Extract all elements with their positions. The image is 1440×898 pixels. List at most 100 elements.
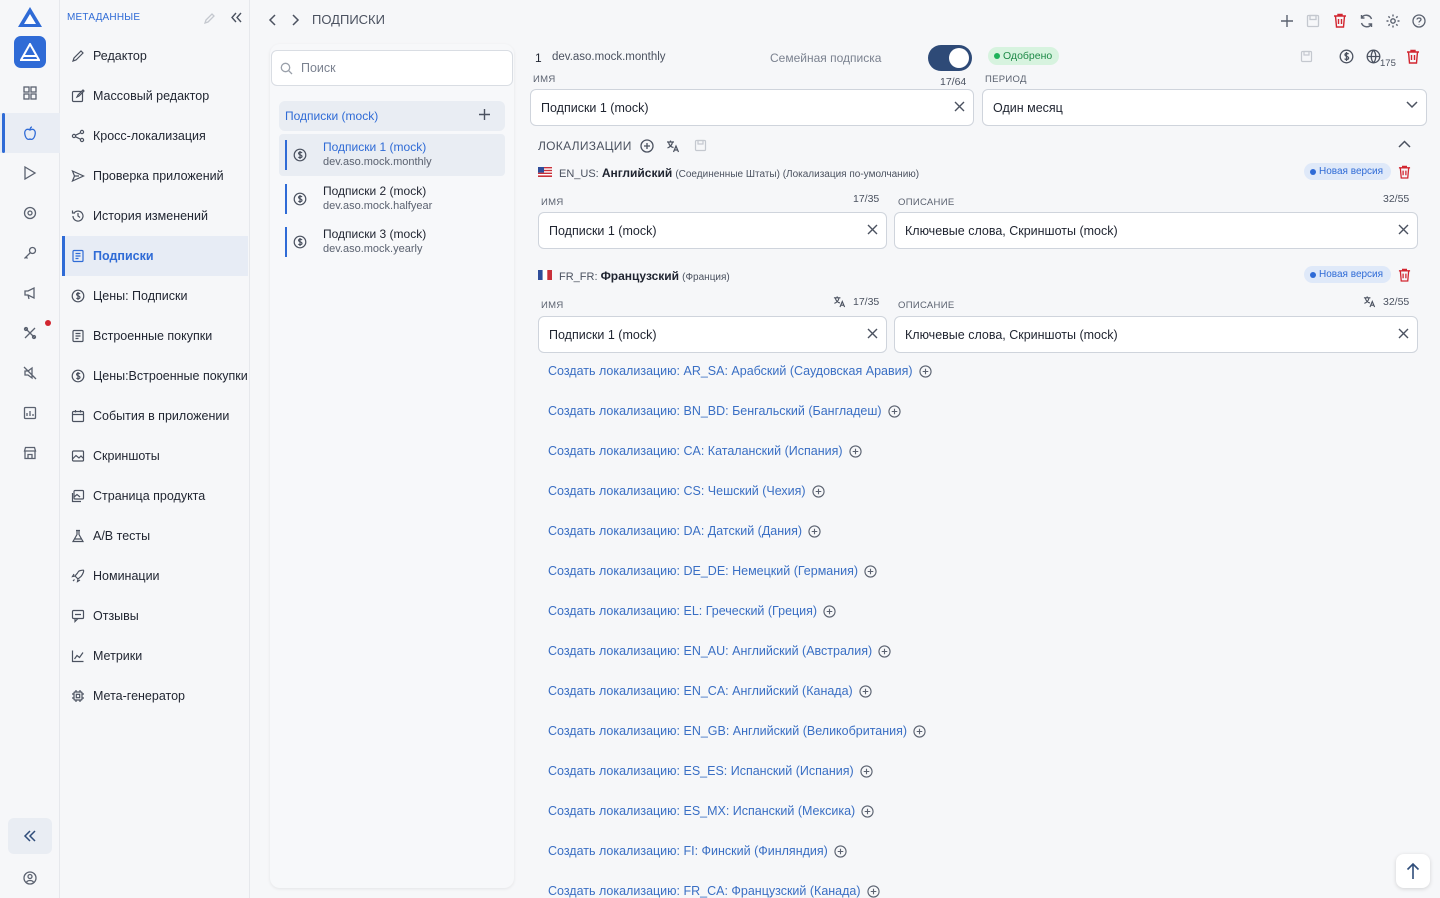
globe-icon[interactable] <box>1366 49 1381 64</box>
collapse-sidebar-icon[interactable] <box>230 11 243 24</box>
locale-name-counter: 17/35 <box>853 193 880 205</box>
collapse-rail-button[interactable] <box>8 818 52 854</box>
key-icon[interactable] <box>0 233 60 273</box>
search-field[interactable] <box>271 50 513 86</box>
period-select[interactable]: Один месяц <box>982 89 1427 126</box>
create-localization-link[interactable]: Создать локализацию: EN_AU: Английский (… <box>548 644 891 658</box>
app-store-icon[interactable] <box>14 36 46 68</box>
clear-icon[interactable] <box>1398 224 1409 235</box>
sidebar-item[interactable]: Массовый редактор <box>62 76 248 116</box>
translate-icon[interactable] <box>833 295 846 308</box>
create-localization-link[interactable]: Создать локализацию: EN_CA: Английский (… <box>548 684 872 698</box>
sidebar-item[interactable]: Скриншоты <box>62 436 248 476</box>
save-localizations-icon[interactable] <box>694 139 707 152</box>
sidebar-item-label: Страница продукта <box>93 489 206 503</box>
scroll-to-top-button[interactable] <box>1396 854 1430 888</box>
subscription-list-item[interactable]: Подписки 2 (mock) dev.aso.mock.halfyear <box>279 178 505 220</box>
rocket-icon <box>71 569 85 583</box>
target-icon[interactable] <box>0 193 60 233</box>
create-localization-link[interactable]: Создать локализацию: FI: Финский (Финлян… <box>548 844 847 858</box>
play-store-icon[interactable] <box>0 153 60 193</box>
create-localization-link[interactable]: Создать локализацию: FR_CA: Французский … <box>548 884 880 898</box>
sidebar-item[interactable]: Встроенные покупки <box>62 316 248 356</box>
create-localization-link[interactable]: Создать локализацию: EL: Греческий (Грец… <box>548 604 836 618</box>
locale-name-field[interactable]: Подписки 1 (mock) <box>538 316 887 353</box>
search-input[interactable] <box>301 61 491 75</box>
sidebar-item-label: Редактор <box>93 49 147 63</box>
clear-icon[interactable] <box>954 101 965 112</box>
create-localization-link[interactable]: Создать локализацию: EN_GB: Английский (… <box>548 724 926 738</box>
subscription-group[interactable]: Подписки (mock) <box>279 101 505 131</box>
create-localization-link[interactable]: Создать локализацию: AR_SA: Арабский (Са… <box>548 364 932 378</box>
create-localization-link[interactable]: Создать локализацию: ES_MX: Испанский (М… <box>548 804 874 818</box>
name-counter: 17/64 <box>940 76 967 88</box>
settings-icon[interactable] <box>1386 14 1400 28</box>
sidebar-item[interactable]: Проверка приложений <box>62 156 248 196</box>
collapse-localizations-icon[interactable] <box>1398 140 1411 148</box>
subscription-title: Подписки 3 (mock) <box>323 227 427 241</box>
sidebar-item[interactable]: Страница продукта <box>62 476 248 516</box>
sidebar-item[interactable]: Цены:Встроенные покупки <box>62 356 248 396</box>
delete-locale-icon[interactable] <box>1398 268 1411 282</box>
sidebar-item[interactable]: События в приложении <box>62 396 248 436</box>
delete-locale-icon[interactable] <box>1398 165 1411 179</box>
translate-icon[interactable] <box>666 139 680 153</box>
apple-icon[interactable] <box>0 113 60 153</box>
sidebar-item[interactable]: История изменений <box>62 196 248 236</box>
create-localization-link[interactable]: Создать локализацию: CS: Чешский (Чехия) <box>548 484 825 498</box>
create-localization-link[interactable]: Создать локализацию: BN_BD: Бенгальский … <box>548 404 901 418</box>
save-icon[interactable] <box>1306 14 1320 28</box>
clear-icon[interactable] <box>867 224 878 235</box>
create-localization-link[interactable]: Создать локализацию: CA: Каталанский (Ис… <box>548 444 862 458</box>
sidebar-item[interactable]: Подписки <box>62 236 248 276</box>
family-subscription-toggle[interactable] <box>928 45 972 71</box>
add-localization-icon[interactable] <box>640 139 654 153</box>
locale-desc-field[interactable]: Ключевые слова, Скриншоты (mock) <box>894 316 1418 353</box>
locale-desc-label: ОПИСАНИЕ <box>898 197 955 208</box>
locale-name-field[interactable]: Подписки 1 (mock) <box>538 212 887 249</box>
trash-icon[interactable] <box>1333 13 1347 28</box>
sidebar-item[interactable]: Метрики <box>62 636 248 676</box>
add-subscription-icon[interactable] <box>478 108 491 121</box>
create-localization-link[interactable]: Создать локализацию: DE_DE: Немецкий (Ге… <box>548 564 877 578</box>
add-circle-icon <box>861 804 874 818</box>
sidebar-item[interactable]: Кросс-локализация <box>62 116 248 156</box>
create-localization-link[interactable]: Создать локализацию: ES_ES: Испанский (И… <box>548 764 873 778</box>
store-icon[interactable] <box>0 433 60 473</box>
translate-icon[interactable] <box>1363 295 1376 308</box>
save-product-icon[interactable] <box>1300 50 1313 63</box>
report-icon[interactable] <box>0 393 60 433</box>
sidebar-item[interactable]: Номинации <box>62 556 248 596</box>
sidebar-item[interactable]: Мета-генератор <box>62 676 248 716</box>
megaphone-icon[interactable] <box>0 273 60 313</box>
sidebar-item[interactable]: Отзывы <box>62 596 248 636</box>
help-icon[interactable] <box>1412 14 1426 28</box>
sidebar-item-label: Подписки <box>93 249 154 263</box>
create-localization-link[interactable]: Создать локализацию: DA: Датский (Дания) <box>548 524 821 538</box>
clear-icon[interactable] <box>1398 328 1409 339</box>
user-icon[interactable] <box>0 858 60 898</box>
add-icon[interactable] <box>1280 14 1294 28</box>
sidebar-item[interactable]: Цены: Подписки <box>62 276 248 316</box>
edit-section-icon[interactable] <box>203 12 216 25</box>
delete-product-icon[interactable] <box>1406 49 1420 64</box>
price-icon[interactable] <box>1339 49 1354 64</box>
locale-header-fr-fr: FR_FR: Французский (Франция) <box>559 269 730 283</box>
grid-icon[interactable] <box>0 73 60 113</box>
clear-icon[interactable] <box>867 328 878 339</box>
tools-icon[interactable] <box>0 313 60 353</box>
subscription-list-item[interactable]: Подписки 3 (mock) dev.aso.mock.yearly <box>279 221 505 263</box>
back-icon[interactable] <box>268 13 278 26</box>
history-icon <box>71 210 84 222</box>
volume-off-icon[interactable] <box>0 353 60 393</box>
locale-desc-field[interactable]: Ключевые слова, Скриншоты (mock) <box>894 212 1418 249</box>
sidebar-item[interactable]: A/B тесты <box>62 516 248 556</box>
name-field[interactable]: Подписки 1 (mock) <box>530 89 974 126</box>
sidebar-item-label: Цены:Встроенные покупки <box>93 369 248 383</box>
forward-icon[interactable] <box>290 13 300 26</box>
sidebar-item[interactable]: Редактор <box>62 36 248 76</box>
new-version-badge: Новая версия <box>1304 163 1392 180</box>
subscription-list-item[interactable]: Подписки 1 (mock) dev.aso.mock.monthly <box>279 134 505 176</box>
sidebar-item-label: История изменений <box>93 209 208 223</box>
refresh-icon[interactable] <box>1359 14 1374 28</box>
